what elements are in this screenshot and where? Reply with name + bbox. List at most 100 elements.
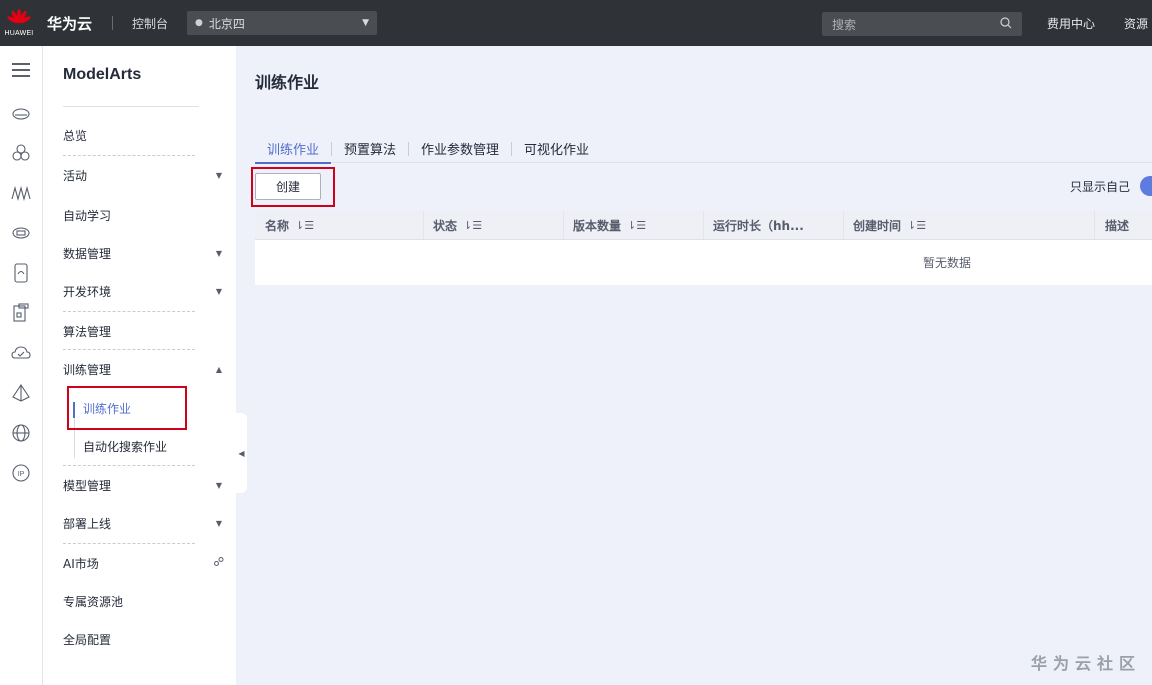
chevron-down-icon: ▼ (215, 286, 223, 296)
sidebar-item-global-config[interactable]: 全局配置 (63, 629, 225, 649)
sidebar-item-label: 全局配置 (63, 632, 112, 647)
resources-link[interactable]: 资源 (1124, 15, 1148, 32)
page-title: 训练作业 (255, 73, 320, 92)
sidebar-item-label: 自动化搜索作业 (83, 439, 168, 454)
sidebar-item-label: AI市场 (63, 556, 99, 571)
sort-icon[interactable]: ⇂☰ (463, 219, 482, 232)
empty-state-row: 暂无数据 (255, 240, 1152, 285)
watermark: 华为云社区 (1031, 654, 1142, 673)
brand-name[interactable]: 华为云 (47, 13, 92, 34)
mobile-icon[interactable] (0, 258, 42, 288)
sidebar-item-label: 训练管理 (63, 362, 112, 377)
sidebar-item-dedicated-pool[interactable]: 专属资源池 (63, 591, 225, 611)
cloud-monitor-icon[interactable] (0, 338, 42, 368)
search-input[interactable]: 搜索 (822, 12, 1022, 36)
column-header-status[interactable]: 状态 ⇂☰ (433, 211, 482, 239)
divider (563, 211, 564, 239)
tab-preset-algorithms[interactable]: 预置算法 (332, 134, 408, 163)
console-link[interactable]: 控制台 (132, 15, 168, 32)
cluster-icon[interactable] (0, 138, 42, 168)
menu-icon[interactable] (0, 55, 42, 85)
globe-icon[interactable] (0, 418, 42, 448)
cloud-server-icon[interactable] (0, 99, 42, 129)
sidebar-item-auto-learning[interactable]: 自动学习 (63, 205, 225, 225)
column-label: 运行时长（hh... (713, 218, 804, 233)
location-pin-icon: ● (195, 18, 203, 28)
sidebar-title: ModelArts (63, 66, 142, 83)
highlight-box (67, 386, 187, 430)
search-placeholder: 搜索 (832, 17, 857, 32)
storage-icon[interactable] (0, 218, 42, 248)
column-header-name[interactable]: 名称 ⇂☰ (265, 211, 314, 239)
column-label: 描述 (1105, 218, 1130, 233)
external-link-icon (213, 556, 225, 570)
tab-job-parameters[interactable]: 作业参数管理 (409, 134, 511, 163)
sidebar-item-overview[interactable]: 总览 (63, 125, 225, 145)
search-icon[interactable] (1000, 16, 1012, 32)
service-icon-rail: IP (0, 46, 43, 685)
billing-center-link[interactable]: 费用中心 (1047, 15, 1095, 32)
sidebar-item-algorithm-management[interactable]: 算法管理 (63, 321, 225, 341)
tab-training-jobs[interactable]: 训练作业 (255, 134, 332, 164)
sidebar-item-label: 部署上线 (63, 516, 112, 531)
sidebar-item-activities[interactable]: 活动 ▼ (63, 165, 225, 185)
empty-text: 暂无数据 (923, 256, 972, 270)
analytics-icon[interactable] (0, 178, 42, 208)
tab-bar: 训练作业 预置算法 作业参数管理 可视化作业 (255, 134, 1152, 164)
chevron-up-icon: ▲ (215, 364, 223, 374)
column-header-duration[interactable]: 运行时长（hh... (713, 211, 804, 239)
divider (63, 465, 195, 466)
column-header-created-time[interactable]: 创建时间 ⇂☰ (853, 211, 926, 239)
divider (63, 106, 199, 107)
divider (63, 311, 195, 312)
sort-icon[interactable]: ⇂☰ (295, 219, 314, 232)
network-icon[interactable] (0, 378, 42, 408)
app-icon[interactable] (0, 298, 42, 328)
divider (703, 211, 704, 239)
sort-icon[interactable]: ⇂☰ (907, 219, 926, 232)
chevron-down-icon: ▼ (362, 18, 370, 28)
sidebar-item-label: 模型管理 (63, 478, 112, 493)
column-label: 版本数量 (573, 218, 622, 233)
column-header-version-count[interactable]: 版本数量 ⇂☰ (573, 211, 646, 239)
divider (1094, 211, 1095, 239)
chevron-down-icon: ▼ (215, 518, 223, 528)
sidebar-item-label: 总览 (63, 128, 88, 143)
divider (63, 543, 195, 544)
divider (63, 155, 195, 156)
divider (63, 349, 195, 350)
modelarts-sidebar: ModelArts 总览 活动 ▼ 自动学习 数据管理 ▼ 开发环境 ▼ 算法管… (43, 46, 236, 685)
sidebar-item-label: 数据管理 (63, 246, 112, 261)
sidebar-item-model-management[interactable]: 模型管理 ▼ (63, 475, 225, 495)
sidebar-item-label: 自动学习 (63, 208, 112, 223)
main-content: 训练作业 训练作业 预置算法 作业参数管理 可视化作业 创建 只显示自己 名称 … (236, 46, 1152, 685)
table-header: 名称 ⇂☰ 状态 ⇂☰ 版本数量 ⇂☰ 运行时长（hh... 创建时间 ⇂☰ 描… (255, 211, 1152, 240)
column-label: 名称 (265, 218, 290, 233)
sidebar-item-data-management[interactable]: 数据管理 ▼ (63, 243, 225, 263)
sidebar-item-training-management[interactable]: 训练管理 ▲ (63, 359, 225, 379)
training-jobs-table: 名称 ⇂☰ 状态 ⇂☰ 版本数量 ⇂☰ 运行时长（hh... 创建时间 ⇂☰ 描… (255, 211, 1152, 285)
sidebar-item-deployment[interactable]: 部署上线 ▼ (63, 513, 225, 533)
sort-icon[interactable]: ⇂☰ (627, 219, 646, 232)
tab-visualization-jobs[interactable]: 可视化作业 (512, 134, 601, 163)
column-header-description[interactable]: 描述 (1105, 211, 1129, 239)
huawei-logo[interactable]: HUAWEI (0, 0, 38, 46)
region-label: 北京四 (208, 16, 245, 31)
ip-icon[interactable]: IP (0, 458, 42, 488)
only-mine-toggle[interactable] (1140, 176, 1152, 196)
divider (423, 211, 424, 239)
chevron-down-icon: ▼ (215, 480, 223, 490)
region-selector[interactable]: ● 北京四 ▼ (187, 11, 378, 35)
divider (843, 211, 844, 239)
chevron-down-icon: ▼ (215, 170, 223, 180)
chevron-down-icon: ▼ (215, 248, 223, 258)
sidebar-item-label: 开发环境 (63, 284, 112, 299)
logo-text: HUAWEI (4, 30, 34, 37)
svg-text:IP: IP (18, 471, 25, 478)
column-label: 创建时间 (853, 218, 902, 233)
highlight-box (251, 167, 335, 207)
sidebar-item-label: 活动 (63, 168, 88, 183)
sidebar-item-dev-environment[interactable]: 开发环境 ▼ (63, 281, 225, 301)
sidebar-item-ai-market[interactable]: AI市场 (63, 553, 225, 573)
sidebar-subitem-auto-search-jobs[interactable]: 自动化搜索作业 (73, 436, 191, 456)
